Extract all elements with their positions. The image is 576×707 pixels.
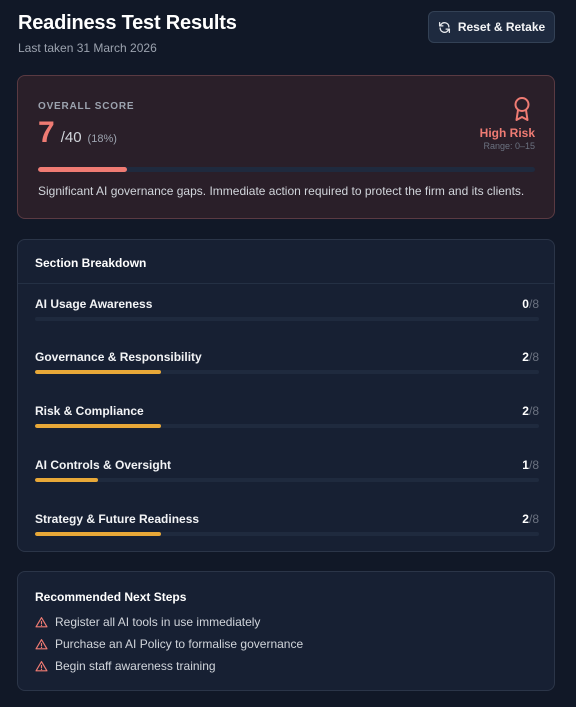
section-score: 2/8 — [522, 404, 539, 418]
section-name: Risk & Compliance — [35, 404, 144, 418]
risk-range: Range: 0–15 — [483, 141, 535, 151]
section-score-max: /8 — [528, 512, 539, 526]
next-step-text: Register all AI tools in use immediately — [55, 615, 261, 629]
score-max: /40 — [60, 129, 82, 146]
refresh-icon — [438, 21, 450, 33]
section-score-max: /8 — [528, 458, 539, 472]
next-step-text: Purchase an AI Policy to formalise gover… — [55, 637, 304, 651]
section-row: Strategy & Future Readiness 2/8 — [35, 512, 539, 542]
section-breakdown-title: Section Breakdown — [35, 256, 147, 270]
score-percent: (18%) — [87, 133, 117, 145]
score-progress-track — [38, 167, 535, 172]
section-score-max: /8 — [528, 404, 539, 418]
section-progress-fill — [35, 532, 161, 536]
warning-triangle-icon — [35, 660, 48, 671]
section-progress-track — [35, 317, 539, 321]
overall-score-card: OVERALL SCORE 7 /40 (18%) High Risk Rang… — [17, 75, 555, 219]
section-name: AI Controls & Oversight — [35, 458, 172, 472]
last-taken-date: Last taken 31 March 2026 — [18, 41, 157, 55]
section-score-max: /8 — [528, 297, 539, 311]
section-progress-track — [35, 370, 539, 374]
section-score: 2/8 — [522, 350, 539, 364]
next-step-item: Purchase an AI Policy to formalise gover… — [35, 637, 303, 651]
section-row: Governance & Responsibility 2/8 — [35, 350, 539, 380]
award-icon — [514, 97, 530, 121]
section-score-value: 2 — [522, 350, 529, 364]
section-score-value: 2 — [522, 404, 529, 418]
score-progress-fill — [38, 167, 128, 172]
section-row: Risk & Compliance 2/8 — [35, 404, 539, 434]
page-header: Readiness Test Results Last taken 31 Mar… — [18, 10, 555, 58]
section-row: AI Controls & Oversight 1/8 — [35, 458, 539, 488]
warning-triangle-icon — [35, 638, 48, 649]
score-value: 7 — [38, 116, 55, 149]
risk-level-label: High Risk — [479, 126, 535, 140]
section-score: 2/8 — [522, 512, 539, 526]
section-name: Governance & Responsibility — [35, 350, 202, 364]
reset-retake-button[interactable]: Reset & Retake — [428, 11, 555, 43]
section-score: 0/8 — [522, 297, 539, 311]
section-score-value: 1 — [522, 458, 529, 472]
next-step-text: Begin staff awareness training — [55, 659, 216, 673]
next-step-item: Register all AI tools in use immediately — [35, 615, 260, 629]
section-score-value: 2 — [522, 512, 529, 526]
section-progress-fill — [35, 370, 161, 374]
divider — [18, 283, 554, 284]
section-progress-fill — [35, 424, 161, 428]
overall-score-label: OVERALL SCORE — [38, 101, 135, 112]
next-step-item: Begin staff awareness training — [35, 659, 216, 673]
section-row: AI Usage Awareness 0/8 — [35, 297, 539, 327]
section-score: 1/8 — [522, 458, 539, 472]
section-breakdown-card: Section Breakdown AI Usage Awareness 0/8… — [17, 239, 555, 552]
score-row: 7 /40 (18%) — [38, 116, 117, 150]
section-score-max: /8 — [528, 350, 539, 364]
score-message: Significant AI governance gaps. Immediat… — [38, 184, 525, 198]
section-name: Strategy & Future Readiness — [35, 512, 200, 526]
reset-retake-label: Reset & Retake — [457, 20, 546, 34]
next-steps-card: Recommended Next Steps Register all AI t… — [17, 571, 555, 691]
section-progress-track — [35, 478, 539, 482]
section-progress-track — [35, 424, 539, 428]
section-name: AI Usage Awareness — [35, 297, 153, 311]
next-steps-title: Recommended Next Steps — [35, 590, 187, 604]
section-progress-track — [35, 532, 539, 536]
warning-triangle-icon — [35, 616, 48, 627]
section-score-value: 0 — [522, 297, 529, 311]
section-progress-fill — [35, 478, 98, 482]
